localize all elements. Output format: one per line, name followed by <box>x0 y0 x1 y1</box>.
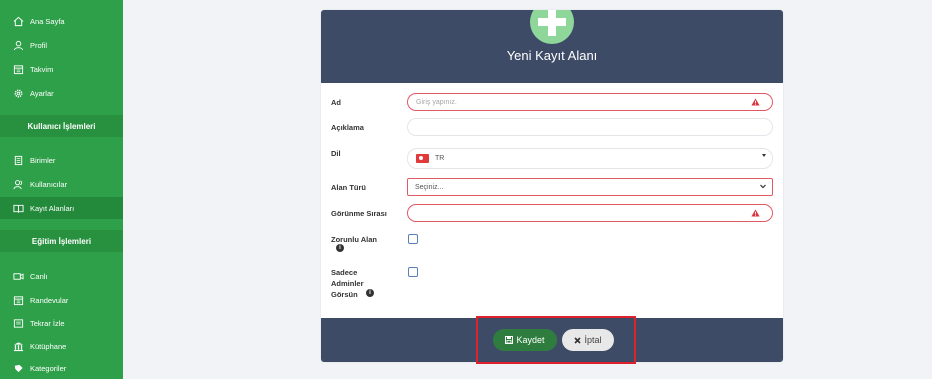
new-field-form-card: Yeni Kayıt Alanı Ad Giriş yapınız. Açıkl… <box>321 10 783 362</box>
sidebar-item-label: Profil <box>30 40 48 50</box>
turkey-flag-icon <box>416 154 429 163</box>
calendar-icon <box>13 64 24 74</box>
alan-turu-select[interactable]: Seçiniz... <box>407 178 773 196</box>
sidebar-item-randevular[interactable]: Randevular <box>0 289 123 311</box>
sidebar-item-kutuphane[interactable]: Kütüphane <box>0 335 123 357</box>
sidebar-item-birimler[interactable]: Birimler <box>0 149 123 171</box>
sidebar-item-label: Kayıt Alanları <box>30 203 75 213</box>
sidebar-item-label: Ana Sayfa <box>30 16 65 26</box>
sadece-adminler-label-line1: Sadece <box>331 268 358 277</box>
sidebar-item-label: Randevular <box>30 295 69 305</box>
dil-value: TR <box>435 155 445 162</box>
section-heading-users: Kullanıcı İşlemleri <box>0 115 123 137</box>
warning-icon <box>751 209 760 217</box>
dil-select[interactable]: TR <box>407 148 773 169</box>
alan-turu-label: Alan Türü <box>331 183 366 192</box>
sadece-adminler-label-line2: Adminler <box>331 279 364 288</box>
sidebar-item-ana-sayfa[interactable]: Ana Sayfa <box>0 10 123 32</box>
sidebar-item-label: Kategoriler <box>30 363 67 373</box>
card-header: Yeni Kayıt Alanı <box>321 10 783 83</box>
page-title: Yeni Kayıt Alanı <box>506 48 598 63</box>
sidebar-item-kategoriler[interactable]: Kategoriler <box>0 357 123 379</box>
home-icon <box>13 16 24 26</box>
section-heading-education: Eğitim İşlemleri <box>0 230 123 252</box>
sidebar-item-label: Tekrar İzle <box>30 318 65 328</box>
chevron-down-icon <box>760 184 766 189</box>
sidebar-item-kayit-alanlari[interactable]: Kayıt Alanları <box>0 197 123 219</box>
sidebar-item-ayarlar[interactable]: Ayarlar <box>0 82 123 104</box>
ad-input[interactable]: Giriş yapınız. <box>407 93 773 111</box>
sidebar-item-tekrar-izle[interactable]: Tekrar İzle <box>0 312 123 334</box>
highlight-box <box>476 316 636 364</box>
sidebar-item-canli[interactable]: Canlı <box>0 265 123 287</box>
ad-label: Ad <box>331 98 341 107</box>
plus-icon <box>530 10 574 44</box>
gear-icon <box>14 89 23 97</box>
info-icon[interactable]: i <box>366 289 374 297</box>
gorunme-sirasi-label: Görünme Sırası <box>331 209 387 218</box>
chevron-down-icon <box>762 154 766 157</box>
tag-icon <box>14 364 23 372</box>
sidebar-item-label: Canlı <box>30 271 48 281</box>
gorunme-sirasi-input[interactable] <box>407 204 773 222</box>
warning-icon <box>751 98 760 106</box>
sidebar-item-kullanicilar[interactable]: Kullanıcılar <box>0 173 123 195</box>
calendar-icon <box>13 295 24 305</box>
document-icon <box>14 155 23 165</box>
sidebar-item-label: Kullanıcılar <box>30 179 68 189</box>
book-icon <box>13 204 24 213</box>
alan-turu-value: Seçiniz... <box>415 183 444 191</box>
sidebar-item-takvim[interactable]: Takvim <box>0 58 123 80</box>
sadece-adminler-label-line3: Görsün <box>331 290 358 299</box>
sidebar-item-label: Takvim <box>30 64 54 74</box>
library-icon <box>13 341 24 351</box>
sidebar-item-label: Birimler <box>30 155 56 165</box>
replay-icon <box>13 318 24 328</box>
dil-label: Dil <box>331 149 341 158</box>
video-icon <box>13 272 24 280</box>
sidebar: Ana Sayfa Profil Takvim Ayarlar Kullanıc… <box>0 0 123 379</box>
user-icon <box>13 40 24 50</box>
zorunlu-alan-checkbox[interactable] <box>408 234 418 244</box>
users-icon <box>13 179 23 189</box>
zorunlu-alan-label: Zorunlu Alan <box>331 235 377 244</box>
sidebar-item-label: Ayarlar <box>30 88 54 98</box>
aciklama-input[interactable] <box>407 118 773 136</box>
ad-placeholder: Giriş yapınız. <box>416 98 457 106</box>
info-icon[interactable]: i <box>336 244 344 252</box>
sidebar-item-label: Kütüphane <box>30 341 67 351</box>
aciklama-label: Açıklama <box>331 123 364 132</box>
sadece-adminler-checkbox[interactable] <box>408 267 418 277</box>
sidebar-item-profil[interactable]: Profil <box>0 34 123 56</box>
